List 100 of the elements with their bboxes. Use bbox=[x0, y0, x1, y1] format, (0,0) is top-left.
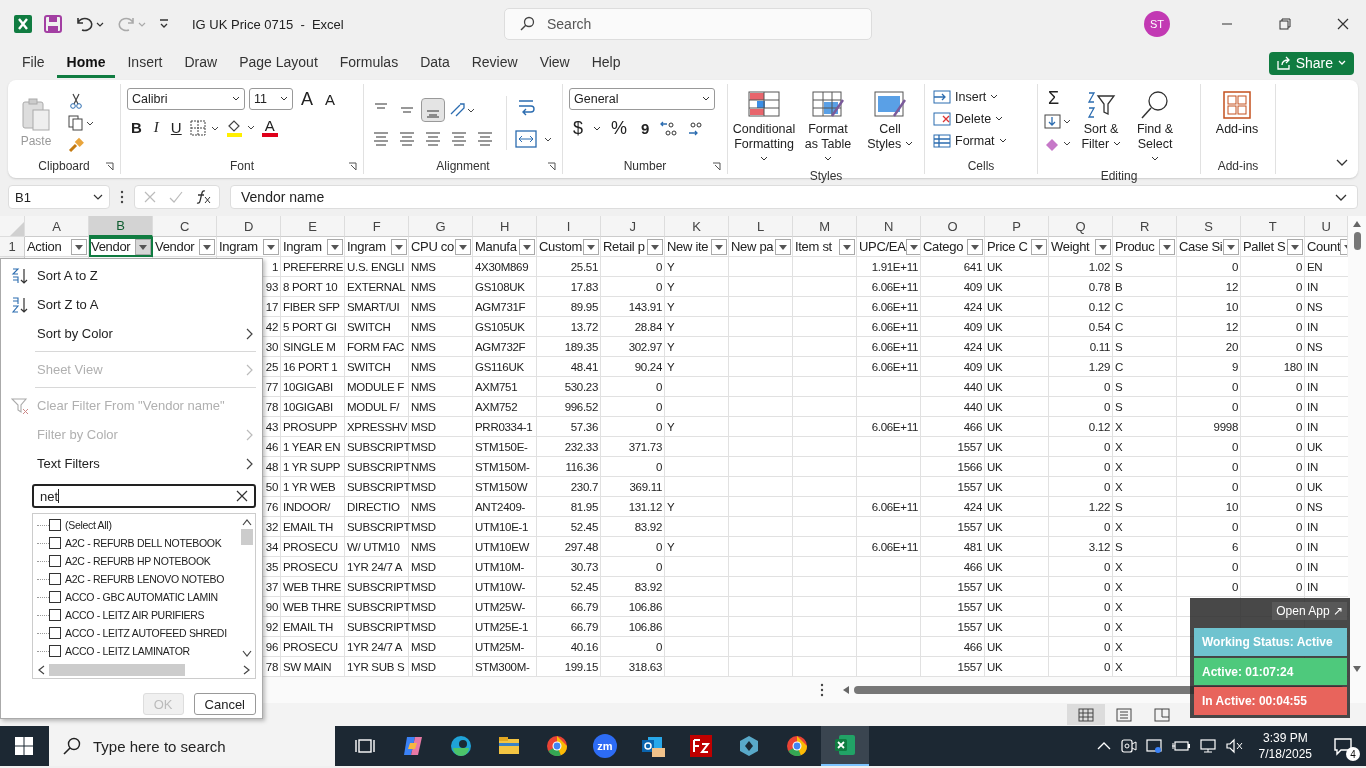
camera-icon[interactable] bbox=[1118, 737, 1137, 755]
styles-button[interactable]: Cell Styles bbox=[862, 88, 918, 154]
user-avatar[interactable]: ST bbox=[1144, 11, 1170, 37]
filter-value-item[interactable]: A2C - REFURB LENOVO NOTEBO bbox=[37, 570, 225, 588]
menu-item[interactable]: Sort A to Z bbox=[1, 261, 262, 290]
filter-dropdown-icon[interactable] bbox=[327, 238, 343, 255]
styles-button[interactable]: Conditional Formatting bbox=[734, 88, 794, 169]
number-format-field[interactable]: General bbox=[569, 88, 715, 110]
column-header[interactable]: F bbox=[345, 216, 409, 237]
ribbon-tab[interactable]: Draw bbox=[174, 48, 228, 78]
format-painter-icon[interactable] bbox=[68, 137, 84, 153]
ribbon-tab[interactable]: Review bbox=[461, 48, 528, 78]
ribbon-tab[interactable]: File bbox=[12, 48, 55, 78]
scrollbar-thumb[interactable] bbox=[49, 664, 185, 676]
dialog-launcher-icon[interactable] bbox=[105, 162, 114, 171]
filter-value-item[interactable]: ACCO - LEITZ AUTOFEED SHREDI bbox=[37, 624, 227, 642]
filter-search-field[interactable]: net bbox=[32, 484, 256, 508]
filter-value-item[interactable]: A2C - REFURB HP NOTEBOOK bbox=[37, 552, 211, 570]
filter-dropdown-icon[interactable] bbox=[583, 238, 599, 255]
scrollbar-thumb[interactable] bbox=[241, 529, 253, 545]
show-hidden-icons-icon[interactable] bbox=[1096, 741, 1111, 751]
percent-button[interactable]: % bbox=[607, 118, 632, 139]
filter-value-item[interactable]: ACCO - LEITZ AIR PURIFIERS bbox=[37, 606, 205, 624]
start-icon[interactable] bbox=[15, 737, 33, 755]
fill-icon[interactable] bbox=[1044, 113, 1072, 131]
more-icon[interactable] bbox=[820, 683, 824, 697]
filter-value-item[interactable]: ACCO - GBC AUTOMATIC LAMIN bbox=[37, 588, 218, 606]
add-ins-button[interactable]: Add-ins bbox=[1207, 88, 1267, 138]
column-header[interactable]: K bbox=[665, 216, 729, 237]
share-button[interactable]: Share bbox=[1268, 51, 1354, 75]
column-header[interactable]: M bbox=[793, 216, 857, 237]
dialog-launcher-icon[interactable] bbox=[547, 162, 556, 171]
autosum-button[interactable]: Σ bbox=[1044, 88, 1072, 109]
filter-dropdown-icon[interactable] bbox=[1095, 238, 1111, 255]
dialog-launcher-icon[interactable] bbox=[348, 162, 357, 171]
scroll-right-icon[interactable] bbox=[243, 665, 251, 675]
cancel-button[interactable]: Cancel bbox=[193, 693, 256, 715]
checkbox[interactable] bbox=[49, 591, 61, 603]
column-header[interactable]: P bbox=[985, 216, 1049, 237]
checkbox[interactable] bbox=[49, 573, 61, 585]
bottom-align-icon[interactable] bbox=[422, 99, 444, 121]
scrollbar-thumb[interactable] bbox=[1353, 232, 1361, 250]
column-header[interactable]: U bbox=[1305, 216, 1348, 237]
scroll-left-icon[interactable] bbox=[842, 685, 850, 695]
caret-icon[interactable] bbox=[593, 124, 601, 133]
filter-dropdown-icon[interactable] bbox=[647, 238, 663, 255]
filter-dropdown-icon[interactable] bbox=[967, 238, 983, 255]
column-header[interactable]: A bbox=[25, 216, 89, 237]
clear-search-icon[interactable] bbox=[236, 490, 248, 502]
menu-item[interactable]: Sort by Color bbox=[1, 319, 262, 348]
close-icon[interactable] bbox=[1337, 18, 1349, 30]
column-header[interactable]: T bbox=[1241, 216, 1305, 237]
filter-dropdown-icon[interactable] bbox=[839, 238, 855, 255]
column-header[interactable]: L bbox=[729, 216, 793, 237]
ribbon-tab[interactable]: Help bbox=[581, 48, 631, 78]
filter-dropdown-icon[interactable] bbox=[391, 238, 407, 255]
menu-item[interactable]: Text Filters bbox=[1, 449, 262, 478]
column-header[interactable]: H bbox=[473, 216, 537, 237]
filter-dropdown-icon[interactable] bbox=[71, 238, 87, 255]
underline-button[interactable]: U bbox=[166, 119, 186, 136]
ribbon-tab[interactable]: Page Layout bbox=[229, 48, 328, 78]
column-header[interactable]: O bbox=[921, 216, 985, 237]
decrease-font-button[interactable]: A bbox=[321, 90, 340, 108]
normal-view-button[interactable] bbox=[1067, 704, 1105, 725]
currency-button[interactable]: $ bbox=[569, 118, 587, 139]
ribbon-tab[interactable]: Formulas bbox=[329, 48, 409, 78]
ribbon-tab[interactable]: Home bbox=[56, 48, 116, 78]
styles-button[interactable]: Format as Table bbox=[800, 88, 856, 169]
cells-button[interactable]: Format bbox=[931, 132, 1031, 150]
row-header[interactable]: 1 bbox=[0, 237, 25, 257]
customize-toolbar-icon[interactable] bbox=[158, 18, 170, 30]
checkbox[interactable] bbox=[49, 555, 61, 567]
column-header[interactable]: I bbox=[537, 216, 601, 237]
filter-value-item[interactable]: A2C - REFURB DELL NOTEBOOK bbox=[37, 534, 222, 552]
column-header[interactable]: B bbox=[89, 216, 153, 237]
name-box[interactable]: B1 bbox=[8, 185, 110, 209]
filter-dropdown-icon[interactable] bbox=[775, 238, 791, 255]
more-icon[interactable] bbox=[120, 190, 124, 204]
clock-time[interactable]: 3:39 PM bbox=[1262, 730, 1308, 746]
filter-dropdown-icon[interactable] bbox=[1223, 238, 1239, 255]
column-header[interactable]: E bbox=[281, 216, 345, 237]
cells-button[interactable]: Insert bbox=[931, 88, 1031, 106]
taskbar-search-field[interactable]: Type here to search bbox=[49, 726, 335, 766]
bold-button[interactable]: B bbox=[127, 119, 146, 136]
font-name-field[interactable]: Calibri bbox=[127, 88, 245, 110]
scroll-down-icon[interactable] bbox=[1352, 665, 1362, 673]
filter-dropdown-icon[interactable] bbox=[135, 238, 151, 255]
column-header[interactable]: S bbox=[1177, 216, 1241, 237]
increase-font-button[interactable]: A bbox=[297, 88, 317, 110]
filter-dropdown-icon[interactable] bbox=[519, 238, 535, 255]
checkbox[interactable] bbox=[49, 537, 61, 549]
filter-dropdown-icon[interactable] bbox=[1159, 238, 1175, 255]
taskbar-app[interactable]: zm bbox=[581, 726, 629, 766]
filter-dropdown-icon[interactable] bbox=[455, 238, 471, 255]
column-header[interactable]: N bbox=[857, 216, 921, 237]
cells-button[interactable]: Delete bbox=[931, 110, 1031, 128]
checkbox[interactable] bbox=[49, 645, 61, 657]
editing-button[interactable]: Find & Select bbox=[1130, 88, 1180, 169]
clock-date[interactable]: 7/18/2025 bbox=[1258, 746, 1312, 762]
scroll-up-icon[interactable] bbox=[242, 518, 252, 526]
